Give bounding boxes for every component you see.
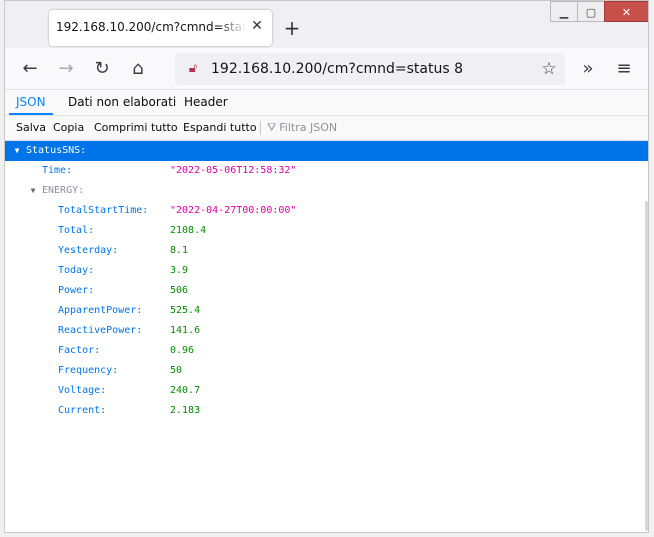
json-value: "2022-04-27T00:00:00" <box>170 205 297 216</box>
energy-rows: TotalStartTime: "2022-04-27T00:00:00" Tota… <box>5 201 648 421</box>
json-key: Total: <box>58 225 95 236</box>
back-arrow-icon[interactable]: ← <box>19 58 41 80</box>
bookmark-star-icon[interactable]: ☆ <box>539 59 559 79</box>
scrollbar-thumb[interactable] <box>645 201 648 531</box>
navigation-toolbar: ← → ↻ ⌂ 🔓︎ 192.168.10.200/cm?cmnd=status… <box>5 48 648 90</box>
json-key: Frequency: <box>58 365 119 376</box>
tab-headers[interactable]: Header <box>177 90 235 115</box>
json-key: ENERGY: <box>42 185 85 196</box>
tree-row-energy[interactable]: ▼ ENERGY: <box>5 181 648 201</box>
tree-row-time[interactable]: Time: "2022-05-06T12:58:32" <box>5 161 648 181</box>
overflow-chevron-icon[interactable]: » <box>577 58 599 80</box>
json-tree: ▼ StatusSNS: Time: "2022-05-06T12:58:32"… <box>5 141 648 421</box>
json-value: 525.4 <box>170 305 201 316</box>
tab-json[interactable]: JSON <box>9 90 53 115</box>
tab-raw-data[interactable]: Dati non elaborati <box>61 90 183 115</box>
json-key: StatusSNS: <box>26 145 87 156</box>
tree-row[interactable]: Current: 2.183 <box>5 401 648 421</box>
json-value: 141.6 <box>170 325 201 336</box>
minimize-button[interactable]: ▁ <box>550 1 577 22</box>
toolbar-divider <box>260 121 261 135</box>
filter-funnel-icon: ⛛ <box>267 121 277 134</box>
tree-row[interactable]: Factor: 0.96 <box>5 341 648 361</box>
json-key: ReactivePower: <box>58 325 143 336</box>
expanded-triangle-icon[interactable]: ▼ <box>12 141 22 161</box>
json-value: 0.96 <box>170 345 195 356</box>
tab-title: 192.168.10.200/cm?cmnd=status%20 <box>56 20 246 34</box>
url-bar[interactable]: 🔓︎ 192.168.10.200/cm?cmnd=status 8 ☆ <box>175 53 565 85</box>
tree-row[interactable]: TotalStartTime: "2022-04-27T00:00:00" <box>5 201 648 221</box>
tree-row[interactable]: Voltage: 240.7 <box>5 381 648 401</box>
browser-tab[interactable]: 192.168.10.200/cm?cmnd=status%20 ✕ <box>49 10 272 46</box>
new-tab-button[interactable]: + <box>281 17 303 39</box>
close-icon[interactable]: ✕ <box>249 18 265 34</box>
tree-row[interactable]: Frequency: 50 <box>5 361 648 381</box>
json-value: 2108.4 <box>170 225 207 236</box>
maximize-button[interactable]: ▢ <box>577 1 604 22</box>
collapse-all-button[interactable]: Comprimi tutto <box>94 116 178 140</box>
menu-hamburger-icon[interactable]: ≡ <box>613 58 635 80</box>
json-key: Current: <box>58 405 107 416</box>
tree-row[interactable]: ApparentPower: 525.4 <box>5 301 648 321</box>
json-key: Time: <box>42 165 73 176</box>
json-viewer-tabs: JSON Dati non elaborati Header <box>5 90 648 116</box>
json-key: Power: <box>58 285 95 296</box>
filter-json-input[interactable]: ⛛ Filtra JSON <box>267 116 337 140</box>
scrollbar[interactable] <box>644 141 648 531</box>
tree-row[interactable]: ReactivePower: 141.6 <box>5 321 648 341</box>
json-key: Yesterday: <box>58 245 119 256</box>
copy-button[interactable]: Copia <box>53 116 84 140</box>
json-value: 506 <box>170 285 189 296</box>
json-value: 8.1 <box>170 245 189 256</box>
tree-row-statussns[interactable]: ▼ StatusSNS: <box>5 141 648 161</box>
expand-all-button[interactable]: Espandi tutto <box>183 116 257 140</box>
reload-icon[interactable]: ↻ <box>91 58 113 80</box>
json-key: Today: <box>58 265 95 276</box>
window-close-button[interactable]: ✕ <box>604 1 648 22</box>
json-key: ApparentPower: <box>58 305 143 316</box>
home-icon[interactable]: ⌂ <box>127 58 149 80</box>
json-value: 2.183 <box>170 405 201 416</box>
json-value: 3.9 <box>170 265 189 276</box>
forward-arrow-icon[interactable]: → <box>55 58 77 80</box>
json-key: TotalStartTime: <box>58 205 149 216</box>
json-value: 50 <box>170 365 183 376</box>
browser-window: 192.168.10.200/cm?cmnd=status%20 ✕ + ▁ ▢… <box>4 0 649 533</box>
insecure-lock-icon[interactable]: 🔓︎ <box>185 61 201 77</box>
expanded-triangle-icon[interactable]: ▼ <box>28 181 38 201</box>
url-text[interactable]: 192.168.10.200/cm?cmnd=status 8 <box>211 61 463 77</box>
json-key: Factor: <box>58 345 101 356</box>
json-value: "2022-05-06T12:58:32" <box>170 165 297 176</box>
tree-row[interactable]: Yesterday: 8.1 <box>5 241 648 261</box>
json-toolbar: Salva Copia Comprimi tutto Espandi tutto… <box>5 116 648 141</box>
json-key: Voltage: <box>58 385 107 396</box>
json-value: 240.7 <box>170 385 201 396</box>
tree-row[interactable]: Power: 506 <box>5 281 648 301</box>
tree-row[interactable]: Total: 2108.4 <box>5 221 648 241</box>
tree-row[interactable]: Today: 3.9 <box>5 261 648 281</box>
save-button[interactable]: Salva <box>16 116 46 140</box>
filter-placeholder: Filtra JSON <box>279 121 338 134</box>
tab-strip: 192.168.10.200/cm?cmnd=status%20 ✕ + ▁ ▢… <box>5 1 648 48</box>
